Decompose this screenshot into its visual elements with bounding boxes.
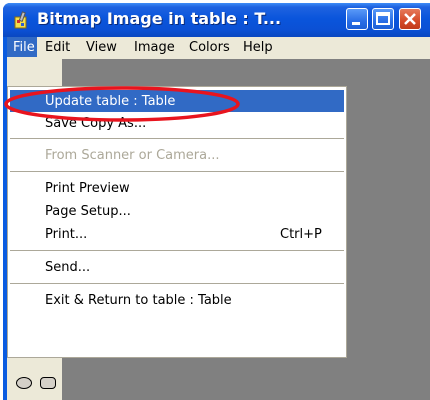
menu-image[interactable]: Image (134, 40, 175, 55)
menu-file[interactable]: File (7, 37, 37, 57)
menu-bar: File Edit View Image Colors Help (7, 37, 430, 59)
menu-colors[interactable]: Colors (189, 40, 230, 55)
menu-item-print[interactable]: Print... Ctrl+P (10, 223, 344, 245)
menu-item-send[interactable]: Send... (10, 256, 344, 278)
minimize-icon (352, 22, 360, 25)
menu-item-from-scanner: From Scanner or Camera... (45, 148, 220, 163)
maximize-icon (376, 12, 390, 25)
menu-item-page-setup[interactable]: Page Setup... (10, 200, 344, 222)
menu-separator (10, 138, 344, 139)
close-icon (404, 13, 416, 25)
paint-app-icon (14, 11, 27, 29)
menu-separator (10, 283, 344, 284)
menu-view[interactable]: View (86, 40, 117, 55)
close-button[interactable] (399, 8, 421, 30)
file-menu-dropdown: Update table : Table Save Copy As... Fro… (7, 86, 347, 358)
menu-item-label: Print... (45, 227, 88, 242)
menu-item-shortcut: Ctrl+P (280, 227, 322, 242)
rounded-rectangle-tool-icon[interactable] (40, 377, 56, 389)
minimize-button[interactable] (346, 8, 368, 30)
menu-item-update-table[interactable]: Update table : Table (10, 90, 344, 112)
menu-item-exit-return[interactable]: Exit & Return to table : Table (10, 289, 344, 311)
menu-separator (10, 171, 344, 172)
menu-edit[interactable]: Edit (45, 40, 70, 55)
title-bar[interactable]: Bitmap Image in table : T... (3, 3, 430, 37)
menu-separator (10, 250, 344, 251)
ellipse-tool-icon[interactable] (16, 377, 32, 389)
menu-item-print-preview[interactable]: Print Preview (10, 177, 344, 199)
menu-help[interactable]: Help (243, 40, 273, 55)
menu-item-save-copy-as[interactable]: Save Copy As... (10, 112, 344, 134)
maximize-button[interactable] (372, 8, 394, 30)
window-title: Bitmap Image in table : T... (37, 9, 282, 28)
